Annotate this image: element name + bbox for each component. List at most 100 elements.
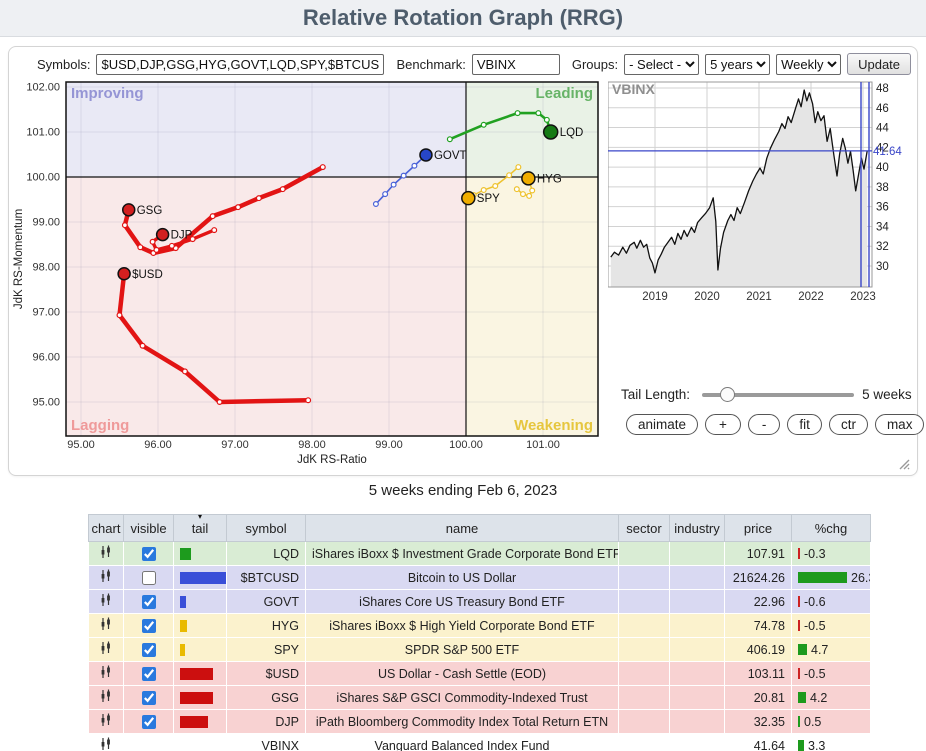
- minus-button[interactable]: -: [748, 414, 781, 435]
- head-marker-GOVT[interactable]: [420, 149, 432, 161]
- groups-label: Groups:: [572, 57, 618, 72]
- svg-text:101.00: 101.00: [26, 127, 60, 139]
- svg-text:102.00: 102.00: [26, 82, 60, 94]
- chart-icon[interactable]: [99, 593, 113, 607]
- svg-text:98.00: 98.00: [32, 262, 60, 274]
- y-axis-label: JdK RS-Momentum: [13, 209, 25, 309]
- last-price-label: 41.64: [873, 146, 902, 158]
- chart-icon[interactable]: [99, 713, 113, 727]
- column-header-symbol[interactable]: symbol: [227, 515, 306, 542]
- svg-text:101.00: 101.00: [526, 439, 560, 451]
- tail-swatch: [180, 596, 186, 608]
- groups-select[interactable]: - Select -: [624, 54, 699, 75]
- head-label-DJP: DJP: [171, 230, 193, 242]
- date-caption: 5 weeks ending Feb 6, 2023: [0, 482, 926, 499]
- head-marker-LQD[interactable]: [544, 125, 558, 139]
- column-header-pctchg[interactable]: %chg: [792, 515, 871, 542]
- name-cell: Vanguard Balanced Index Fund: [306, 734, 619, 751]
- period-select[interactable]: Weekly: [776, 54, 841, 75]
- head-marker-GSG[interactable]: [123, 204, 135, 216]
- symbols-table: chartvisibletail▾symbolnamesectorindustr…: [88, 514, 871, 751]
- visible-checkbox-DJP[interactable]: [142, 715, 156, 729]
- sector-cell: [619, 614, 670, 638]
- quadrant-label-leading: Leading: [535, 85, 593, 102]
- column-header-sector[interactable]: sector: [619, 515, 670, 542]
- tail-length-label: Tail Length:: [621, 387, 690, 402]
- industry-cell: [670, 686, 725, 710]
- industry-cell: [670, 638, 725, 662]
- svg-text:2023: 2023: [850, 291, 876, 303]
- head-marker-$USD[interactable]: [118, 268, 130, 280]
- name-cell: iShares iBoxx $ Investment Grade Corpora…: [306, 542, 619, 566]
- resize-handle-icon[interactable]: [896, 456, 910, 470]
- column-header-name[interactable]: name: [306, 515, 619, 542]
- chart-icon[interactable]: [99, 665, 113, 679]
- name-cell: iShares S&P GSCI Commodity-Indexed Trust: [306, 686, 619, 710]
- tail-length-slider[interactable]: [702, 393, 854, 397]
- svg-text:95.00: 95.00: [67, 439, 95, 451]
- name-cell: SPDR S&P 500 ETF: [306, 638, 619, 662]
- head-marker-SPY[interactable]: [462, 192, 475, 205]
- svg-text:30: 30: [876, 261, 889, 273]
- rrg-panel: Symbols: Benchmark: Groups: - Select - 5…: [8, 46, 918, 476]
- chart-icon[interactable]: [99, 569, 113, 583]
- pct-chg-bar: [798, 692, 806, 703]
- svg-text:36: 36: [876, 202, 889, 214]
- plus-button[interactable]: +: [705, 414, 741, 435]
- sector-cell: [619, 710, 670, 734]
- pct-chg-cell: 3.3: [792, 734, 871, 751]
- pct-chg-cell: 4.7: [792, 638, 871, 662]
- chart-icon[interactable]: [99, 641, 113, 655]
- benchmark-input[interactable]: [472, 54, 560, 75]
- symbols-input[interactable]: [96, 54, 384, 75]
- fit-button[interactable]: fit: [787, 414, 822, 435]
- sector-cell: [619, 686, 670, 710]
- x-axis-label: JdK RS-Ratio: [297, 454, 367, 466]
- table-row-VBINX: VBINXVanguard Balanced Index Fund41.643.…: [89, 734, 871, 751]
- symbol-cell: GSG: [227, 686, 306, 710]
- pct-chg-bar: [798, 620, 800, 631]
- head-marker-DJP[interactable]: [157, 229, 169, 241]
- column-header-tail[interactable]: tail▾: [174, 515, 227, 542]
- quadrant-label-weakening: Weakening: [514, 417, 593, 434]
- tail-length-control: Tail Length: 5 weeks: [621, 387, 913, 402]
- chart-icon[interactable]: [99, 689, 113, 703]
- pct-chg-bar: [798, 596, 800, 607]
- benchmark-label: Benchmark:: [396, 57, 465, 72]
- chart-icon[interactable]: [99, 617, 113, 631]
- price-cell: 41.64: [725, 734, 792, 751]
- tail-length-slider-handle[interactable]: [720, 387, 735, 402]
- visible-checkbox-HYG[interactable]: [142, 619, 156, 633]
- svg-text:34: 34: [876, 221, 889, 233]
- pct-chg-cell: -0.5: [792, 662, 871, 686]
- pct-chg-bar: [798, 572, 847, 583]
- chart-icon[interactable]: [99, 737, 113, 751]
- svg-text:97.00: 97.00: [221, 439, 249, 451]
- column-header-chart[interactable]: chart: [89, 515, 124, 542]
- visible-checkbox-GOVT[interactable]: [142, 595, 156, 609]
- column-header-industry[interactable]: industry: [670, 515, 725, 542]
- range-select[interactable]: 5 years: [705, 54, 770, 75]
- visible-checkbox-LQD[interactable]: [142, 547, 156, 561]
- animate-button[interactable]: animate: [626, 414, 698, 435]
- sector-cell: [619, 734, 670, 751]
- ctr-button[interactable]: ctr: [829, 414, 868, 435]
- symbol-cell: DJP: [227, 710, 306, 734]
- rrg-chart[interactable]: ImprovingLeadingLaggingWeakening95.0096.…: [9, 74, 611, 472]
- update-button[interactable]: Update: [847, 53, 911, 75]
- table-header-row: chartvisibletail▾symbolnamesectorindustr…: [89, 515, 871, 542]
- svg-text:48: 48: [876, 83, 889, 95]
- svg-text:2021: 2021: [746, 291, 772, 303]
- visible-checkbox-SPY[interactable]: [142, 643, 156, 657]
- benchmark-chart[interactable]: 3032343638404244464820192020202120222023…: [608, 77, 910, 305]
- max-button[interactable]: max: [875, 414, 925, 435]
- visible-checkbox-GSG[interactable]: [142, 691, 156, 705]
- column-header-visible[interactable]: visible: [124, 515, 174, 542]
- column-header-price[interactable]: price: [725, 515, 792, 542]
- visible-checkbox-$USD[interactable]: [142, 667, 156, 681]
- chart-icon[interactable]: [99, 545, 113, 559]
- head-marker-HYG[interactable]: [522, 172, 535, 185]
- svg-text:46: 46: [876, 103, 889, 115]
- visible-checkbox-$BTCUSD[interactable]: [142, 571, 156, 585]
- svg-text:38: 38: [876, 182, 889, 194]
